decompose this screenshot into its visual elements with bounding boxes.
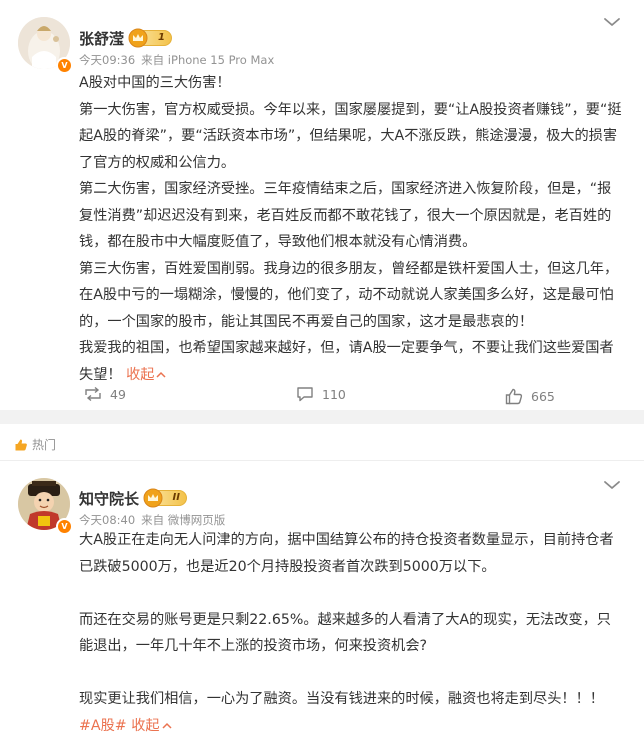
comment-button[interactable]: 110: [296, 378, 346, 410]
post-paragraph: 第一大伤害，官方权威受损。今年以来，国家屡屡提到，要“让A股投资者赚钱”，要“挺…: [79, 101, 622, 171]
comment-icon: [297, 387, 313, 402]
repost-button[interactable]: 49: [84, 378, 126, 410]
post-paragraph-text: 现实更让我们相信，一心为了融资。当没有钱进来的时候，融资也将走到尽头！！！: [79, 691, 604, 707]
post-source: 来自 iPhone 15 Pro Max: [141, 53, 275, 67]
post-meta: 今天09:36 来自 iPhone 15 Pro Max: [79, 52, 280, 68]
post-source: 来自 微博网页版: [141, 513, 226, 527]
author-name[interactable]: 知守院长: [79, 488, 139, 509]
post-paragraph: 现实更让我们相信，一心为了融资。当没有钱进来的时候，融资也将走到尽头！！！ #A股…: [79, 686, 625, 739]
divider: [0, 460, 644, 461]
more-options-icon[interactable]: [602, 15, 622, 29]
post-text: A股对中国的三大伤害！ 第一大伤害，官方权威受损。今年以来，国家屡屡提到，要“让…: [79, 70, 625, 388]
chevron-up-icon: [162, 722, 172, 729]
like-button[interactable]: 665: [505, 380, 555, 412]
thumbs-up-hot-icon: [15, 439, 27, 450]
crown-icon: [128, 28, 148, 48]
level-number: II: [172, 492, 180, 503]
author-name[interactable]: 张舒滢: [79, 28, 124, 49]
collapse-link[interactable]: 收起: [131, 718, 172, 734]
post-paragraph: 大A股正在走向无人问津的方向，据中国结算公布的持仓投资者数量显示，目前持仓者已跌…: [79, 532, 614, 575]
verified-badge-icon: V: [56, 57, 73, 74]
weibo-post-card: V 张舒滢 1 今天09:36 来自 iPhone 15 Pro Max A股对中…: [0, 0, 644, 410]
post-paragraph: 第三大伤害，百姓爱国削弱。我身边的很多朋友，曾经都是铁杆爱国人士，但这几年，在A…: [79, 260, 619, 330]
thumbs-up-icon: [505, 388, 523, 404]
more-options-icon[interactable]: [602, 478, 622, 492]
post-paragraph: 第二大伤害，国家经济受挫。三年疫情结束之后，国家经济进入恢复阶段，但是，“报复性…: [79, 181, 612, 250]
post-paragraph: 而还在交易的账号更是只剩22.65%。越来越多的人看清了大A的现实，无法改变，只…: [79, 611, 611, 655]
post-text: 大A股正在走向无人问津的方向，据中国结算公布的持仓投资者数量显示，目前持仓者已跌…: [79, 527, 625, 739]
verified-badge-icon: V: [56, 518, 73, 535]
repost-count: 49: [110, 386, 126, 402]
like-count: 665: [531, 388, 555, 404]
hashtag-link[interactable]: #A股#: [79, 718, 127, 734]
level-number: 1: [158, 32, 165, 43]
post-paragraph: A股对中国的三大伤害！: [79, 75, 231, 91]
level-badge: II: [143, 488, 187, 508]
crown-icon: [143, 488, 163, 508]
comment-count: 110: [322, 386, 346, 402]
level-badge: 1: [128, 28, 172, 48]
post-meta: 今天08:40 来自 微博网页版: [79, 512, 231, 528]
action-bar: 49 110 665: [0, 378, 644, 410]
post-time[interactable]: 今天09:36: [79, 53, 135, 67]
hot-section-header: 热门: [14, 436, 56, 453]
hot-label: 热门: [32, 438, 57, 452]
feed-separator: [0, 410, 644, 424]
repost-icon: [85, 386, 101, 402]
post-time[interactable]: 今天08:40: [79, 513, 135, 527]
